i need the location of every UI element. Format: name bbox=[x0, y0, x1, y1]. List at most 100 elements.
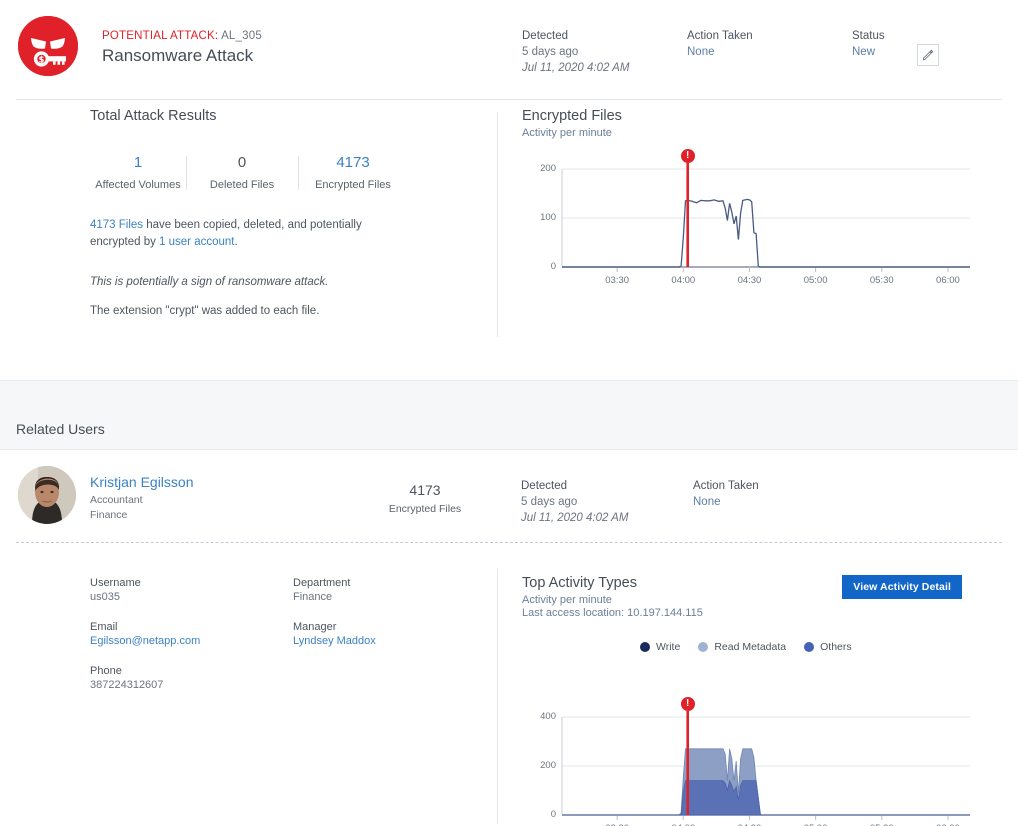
user-encrypted-files-value: 4173 bbox=[370, 482, 480, 498]
detail-username-label: Username bbox=[90, 577, 200, 589]
pencil-icon bbox=[922, 49, 934, 61]
top-activity-last-access: Last access location: 10.197.144.115 bbox=[522, 607, 982, 619]
detail-manager-value[interactable]: Lyndsey Maddox bbox=[293, 635, 376, 647]
user-detected-label: Detected bbox=[521, 480, 628, 492]
detail-department: Department Finance bbox=[293, 577, 376, 603]
user-detected-relative: 5 days ago bbox=[521, 495, 628, 511]
stat-affected-volumes: 1 Affected Volumes bbox=[90, 154, 186, 191]
user-details-left-column: Username us035 Email Egilsson@netapp.com… bbox=[90, 577, 200, 709]
user-encrypted-files-metric: 4173 Encrypted Files bbox=[370, 482, 480, 515]
summary-end-text: . bbox=[234, 236, 237, 248]
related-users-band: Related Users bbox=[0, 380, 1018, 450]
attack-summary-text: 4173 Files have been copied, deleted, an… bbox=[90, 217, 400, 252]
detail-department-value: Finance bbox=[293, 591, 376, 603]
stat-deleted-files-label: Deleted Files bbox=[186, 179, 298, 191]
detail-email: Email Egilsson@netapp.com bbox=[90, 621, 200, 647]
detail-department-label: Department bbox=[293, 577, 376, 589]
y-axis-tick-label: 200 bbox=[528, 760, 556, 771]
header-field-status: Status New bbox=[852, 30, 885, 61]
y-axis-tick-label: 200 bbox=[528, 163, 556, 174]
legend-item-write[interactable]: Write bbox=[640, 641, 680, 653]
user-department: Finance bbox=[90, 508, 194, 523]
edit-status-button[interactable] bbox=[917, 44, 939, 66]
user-field-action-taken: Action Taken None bbox=[693, 480, 759, 511]
summary-files-link[interactable]: 4173 Files bbox=[90, 219, 143, 231]
detail-manager: Manager Lyndsey Maddox bbox=[293, 621, 376, 647]
x-axis-tick-label: 04:30 bbox=[729, 275, 769, 286]
x-axis-tick-label: 06:00 bbox=[928, 275, 968, 286]
ransomware-alert-page: $ POTENTIAL ATTACK: AL_305 Ransomware At… bbox=[0, 0, 1018, 826]
legend-item-read-metadata[interactable]: Read Metadata bbox=[698, 641, 786, 653]
attack-note-plain: The extension "crypt" was added to each … bbox=[90, 303, 490, 320]
user-details-right-column: Department Finance Manager Lyndsey Maddo… bbox=[293, 577, 376, 665]
legend-item-others[interactable]: Others bbox=[804, 641, 852, 653]
user-action-taken-label: Action Taken bbox=[693, 480, 759, 492]
detail-phone-value: 387224312607 bbox=[90, 679, 200, 691]
user-row-divider bbox=[16, 542, 1002, 543]
view-activity-detail-button[interactable]: View Activity Detail bbox=[842, 575, 962, 599]
status-badge: New bbox=[852, 45, 885, 61]
user-detected-absolute: Jul 11, 2020 4:02 AM bbox=[521, 511, 628, 527]
attack-note-italic: This is potentially a sign of ransomware… bbox=[90, 274, 490, 291]
legend-label-others: Others bbox=[820, 641, 852, 653]
top-activity-legend: Write Read Metadata Others bbox=[640, 641, 852, 653]
legend-label-read-metadata: Read Metadata bbox=[714, 641, 786, 653]
header-field-action-taken: Action Taken None bbox=[687, 30, 753, 61]
user-identity: Kristjan Egilsson Accountant Finance bbox=[90, 474, 194, 523]
detail-phone: Phone 387224312607 bbox=[90, 665, 200, 691]
stat-affected-volumes-value[interactable]: 1 bbox=[90, 154, 186, 171]
status-label: Status bbox=[852, 30, 885, 42]
encrypted-files-chart[interactable]: 010020003:3004:0004:3005:0005:3006:00! bbox=[522, 161, 982, 331]
user-field-detected: Detected 5 days ago Jul 11, 2020 4:02 AM bbox=[521, 480, 628, 526]
encrypted-files-chart-panel: Encrypted Files Activity per minute 0 100… bbox=[522, 108, 982, 331]
related-users-title: Related Users bbox=[16, 421, 105, 437]
alert-header: $ POTENTIAL ATTACK: AL_305 Ransomware At… bbox=[16, 0, 1002, 100]
encrypted-files-chart-subtitle: Activity per minute bbox=[522, 127, 982, 139]
detail-username-value: us035 bbox=[90, 591, 200, 603]
legend-dot-others bbox=[804, 642, 814, 652]
total-attack-results-title: Total Attack Results bbox=[90, 108, 490, 124]
x-axis-tick-label: 03:30 bbox=[597, 275, 637, 286]
summary-user-link[interactable]: 1 user account bbox=[159, 236, 234, 248]
panel-divider bbox=[497, 112, 498, 337]
stat-encrypted-files-value[interactable]: 4173 bbox=[298, 154, 408, 171]
alert-marker-icon[interactable]: ! bbox=[681, 697, 695, 711]
alert-header-fields: Detected 5 days ago Jul 11, 2020 4:02 AM… bbox=[16, 30, 1002, 90]
stat-affected-volumes-label: Affected Volumes bbox=[90, 179, 186, 191]
detected-relative: 5 days ago bbox=[522, 45, 629, 61]
y-axis-tick-label: 0 bbox=[528, 809, 556, 820]
top-activity-chart[interactable]: 020040003:3004:0004:3005:0005:3006:00! bbox=[522, 709, 982, 826]
detail-email-value[interactable]: Egilsson@netapp.com bbox=[90, 635, 200, 647]
encrypted-files-chart-title: Encrypted Files bbox=[522, 108, 982, 124]
detail-username: Username us035 bbox=[90, 577, 200, 603]
attack-stats: 1 Affected Volumes 0 Deleted Files 4173 … bbox=[90, 154, 490, 191]
user-job-title: Accountant bbox=[90, 493, 194, 508]
user-avatar[interactable] bbox=[18, 466, 76, 524]
alert-summary-section: Total Attack Results 1 Affected Volumes … bbox=[0, 100, 1018, 358]
y-axis-tick-label: 100 bbox=[528, 212, 556, 223]
stat-encrypted-files-label: Encrypted Files bbox=[298, 179, 408, 191]
top-activity-panel: Top Activity Types Activity per minute L… bbox=[522, 575, 982, 826]
action-taken-value: None bbox=[687, 45, 753, 61]
detail-email-label: Email bbox=[90, 621, 200, 633]
details-divider bbox=[497, 569, 498, 824]
detected-absolute: Jul 11, 2020 4:02 AM bbox=[522, 61, 629, 77]
legend-dot-write bbox=[640, 642, 650, 652]
total-attack-results-panel: Total Attack Results 1 Affected Volumes … bbox=[90, 108, 490, 320]
detail-phone-label: Phone bbox=[90, 665, 200, 677]
legend-dot-read-metadata bbox=[698, 642, 708, 652]
stat-encrypted-files: 4173 Encrypted Files bbox=[298, 154, 408, 191]
alert-marker-icon[interactable]: ! bbox=[681, 149, 695, 163]
header-field-detected: Detected 5 days ago Jul 11, 2020 4:02 AM bbox=[522, 30, 629, 76]
related-user-row: Kristjan Egilsson Accountant Finance 417… bbox=[0, 450, 1018, 545]
action-taken-label: Action Taken bbox=[687, 30, 753, 42]
user-name-link[interactable]: Kristjan Egilsson bbox=[90, 474, 194, 490]
detected-label: Detected bbox=[522, 30, 629, 42]
x-axis-tick-label: 04:00 bbox=[663, 275, 703, 286]
stat-deleted-files-value: 0 bbox=[186, 154, 298, 171]
y-axis-tick-label: 400 bbox=[528, 711, 556, 722]
y-axis-tick-label: 0 bbox=[528, 261, 556, 272]
user-action-taken-value: None bbox=[693, 495, 759, 511]
detail-manager-label: Manager bbox=[293, 621, 376, 633]
stat-deleted-files: 0 Deleted Files bbox=[186, 154, 298, 191]
